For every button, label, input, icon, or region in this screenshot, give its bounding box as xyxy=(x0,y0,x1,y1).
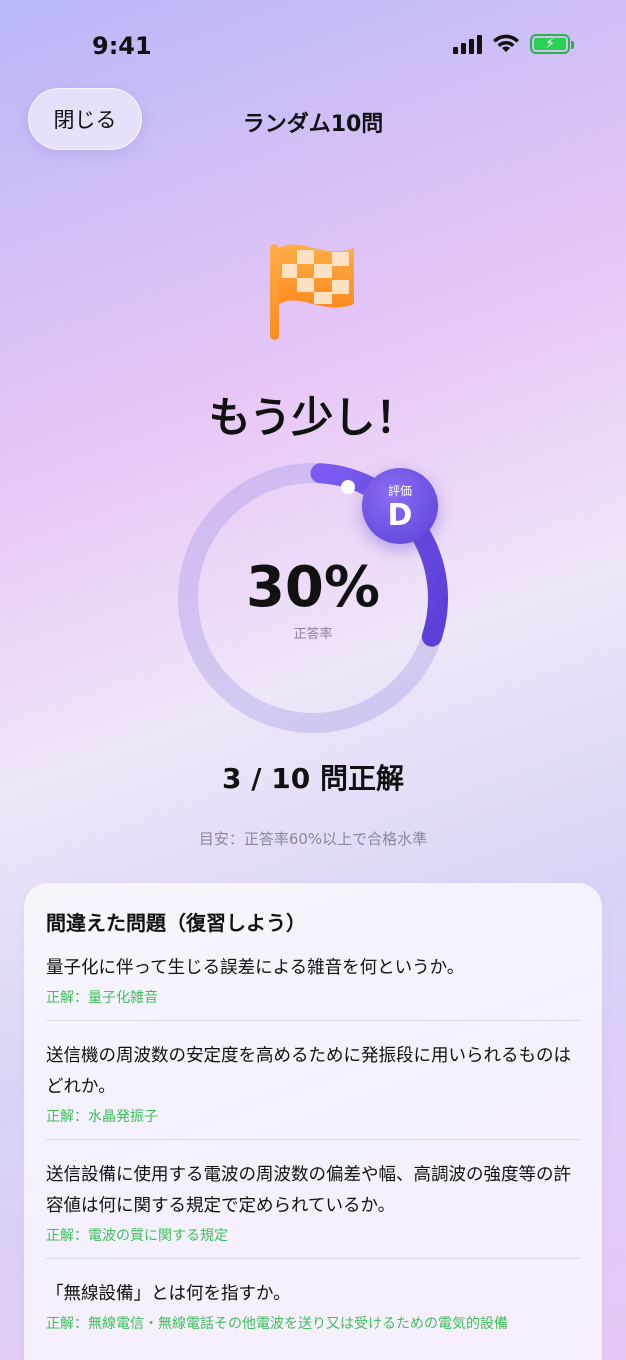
question-text: 送信機の周波数の安定度を高めるために発振段に用いられるものはどれか。 xyxy=(46,1046,571,1097)
question-text: 量子化に伴って生じる誤差による雑音を何というか。 xyxy=(46,958,465,978)
correct-answer: 正解：水晶発振子 xyxy=(46,1109,158,1125)
review-card: 間違えた問題（復習しよう） 量子化に伴って生じる誤差による雑音を何というか。正解… xyxy=(24,883,602,1360)
ring-marker-dot xyxy=(341,480,355,494)
correct-answer: 正解：無線電信・無線電話その他電波を送り又は受けるための電気的設備 xyxy=(46,1316,508,1332)
nav-bar: 閉じる ランダム10問 xyxy=(0,88,626,152)
correct-answer: 正解：量子化雑音 xyxy=(46,990,158,1006)
cellular-signal-icon xyxy=(453,34,482,54)
question-text: 「無線設備」とは何を指すか。 xyxy=(46,1284,291,1304)
score-text: 3 / 10 問正解 xyxy=(222,762,404,795)
list-item[interactable]: 量子化に伴って生じる誤差による雑音を何というか。正解：量子化雑音 xyxy=(46,953,580,1021)
accuracy-label: 正答率 xyxy=(293,627,333,642)
review-title: 間違えた問題（復習しよう） xyxy=(46,911,306,935)
battery-charging-icon: ⚡ xyxy=(530,34,574,54)
status-time: 9:41 xyxy=(92,32,152,60)
pass-hint: 目安：正答率60%以上で合格水準 xyxy=(198,830,428,848)
grade-value: D xyxy=(387,498,413,533)
grade-badge: 評価 D xyxy=(362,468,438,544)
question-text: 送信設備に使用する電波の周波数の偏差や幅、高調波の強度等の許容値は何に関する規定… xyxy=(46,1165,571,1216)
wifi-icon xyxy=(493,34,519,52)
checkered-flag-icon xyxy=(270,244,354,340)
page-title: ランダム10問 xyxy=(242,112,384,137)
review-list: 量子化に伴って生じる誤差による雑音を何というか。正解：量子化雑音送信機の周波数の… xyxy=(46,953,580,1360)
accuracy-percent: 30% xyxy=(245,555,381,620)
result-headline: もう少し！ xyxy=(208,393,418,442)
status-bar: 9:41 ⚡ xyxy=(0,0,626,92)
grade-label: 評価 xyxy=(387,484,412,498)
accuracy-ring: 30% 正答率 評価 D xyxy=(170,455,456,741)
list-item[interactable]: 送信機の周波数の安定度を高めるために発振段に用いられるものはどれか。正解：水晶発… xyxy=(46,1041,580,1140)
status-icons: ⚡ xyxy=(453,34,574,54)
list-item[interactable]: 「無線設備」とは何を指すか。正解：無線電信・無線電話その他電波を送り又は受けるた… xyxy=(46,1279,580,1346)
list-item[interactable]: 送信設備に使用する電波の周波数の偏差や幅、高調波の強度等の許容値は何に関する規定… xyxy=(46,1160,580,1259)
correct-answer: 正解：電波の質に関する規定 xyxy=(46,1228,228,1244)
